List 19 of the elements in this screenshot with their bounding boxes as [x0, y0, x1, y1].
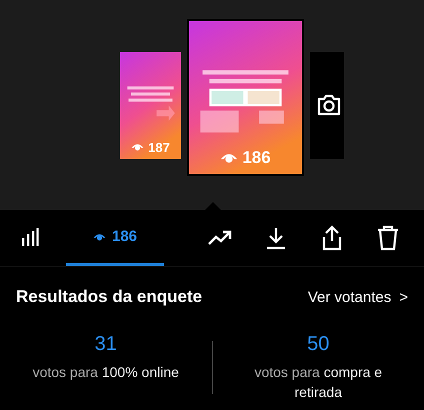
view-voters-link[interactable]: Ver votantes >	[308, 288, 408, 306]
share-icon	[320, 225, 344, 251]
bar-chart-icon	[21, 228, 39, 246]
view-count: 187	[120, 140, 181, 154]
vote-count: 50	[307, 333, 330, 356]
vote-label: votos para compra e retirada	[253, 363, 384, 402]
viewers-tab[interactable]: 186	[66, 210, 164, 266]
eye-icon	[92, 232, 106, 242]
trash-icon	[377, 225, 399, 251]
vote-label: votos para 100% online	[32, 363, 179, 382]
camera-icon[interactable]	[316, 93, 342, 117]
download-icon	[265, 226, 287, 250]
vote-count: 31	[94, 333, 117, 356]
poll-results-title: Resultados da enquete	[16, 287, 202, 307]
eye-icon	[131, 142, 144, 152]
camera-card[interactable]	[310, 52, 344, 158]
eye-icon	[220, 151, 238, 164]
pointer-notch	[205, 202, 221, 210]
view-count: 186	[189, 148, 302, 168]
